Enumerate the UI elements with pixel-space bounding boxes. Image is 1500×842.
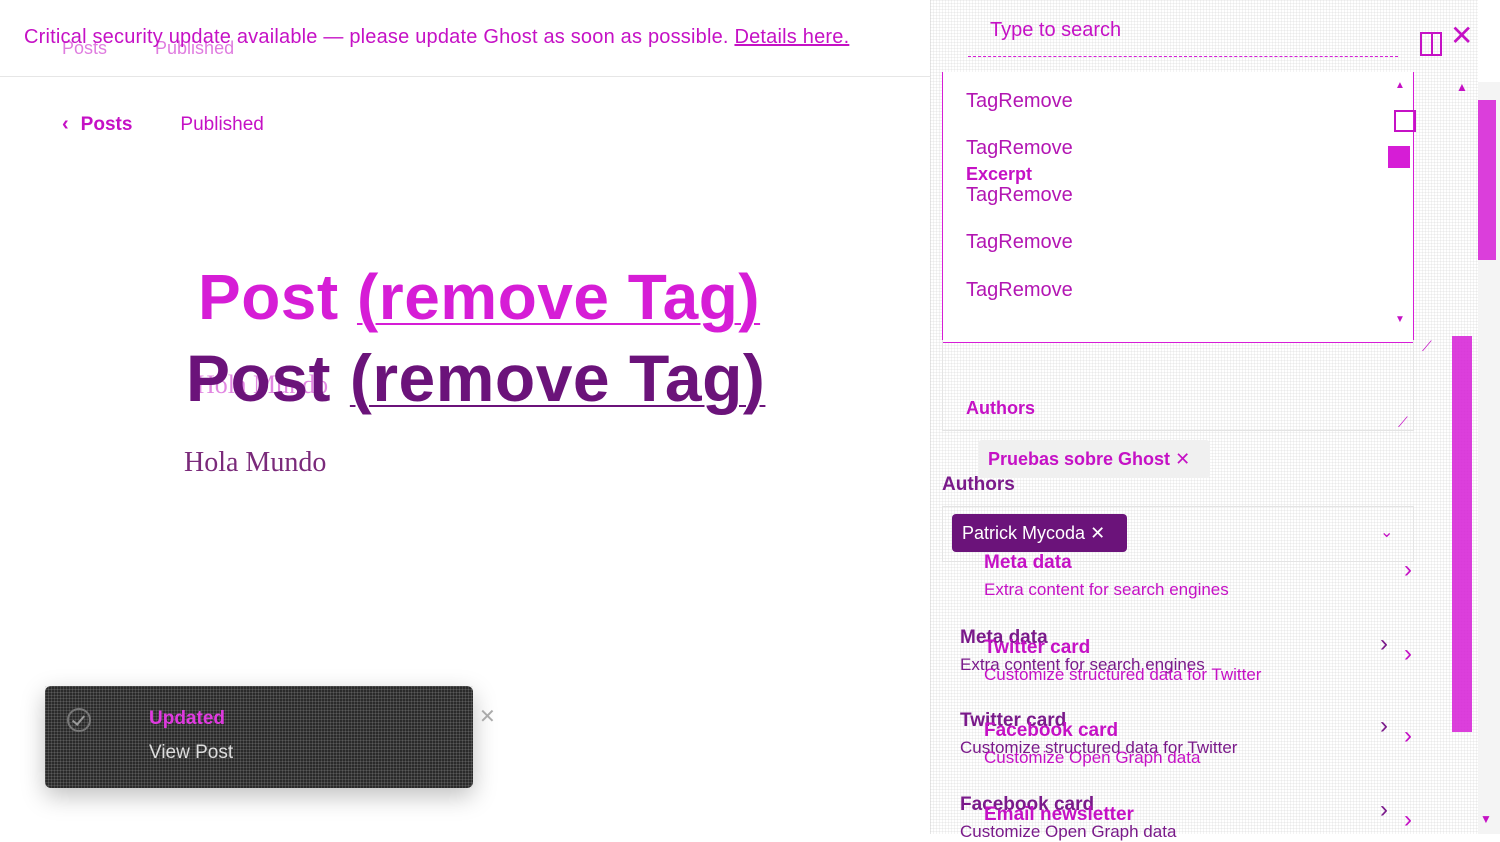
menu-subtitle: Customize structured data for Twitter	[984, 665, 1262, 684]
post-title-input[interactable]: Post (remove Tag)	[186, 340, 765, 416]
view-post-link[interactable]: View Post	[149, 742, 233, 764]
post-body-editor[interactable]: Hola Mundo	[184, 447, 326, 479]
breadcrumb-posts-label: Posts	[80, 113, 133, 135]
chevron-right-icon[interactable]: ›	[1404, 806, 1412, 834]
menu-subtitle: Extra content for search engines	[984, 580, 1229, 599]
scroll-up-icon[interactable]: ▲	[1395, 80, 1405, 91]
menu-meta-data[interactable]: Meta data Extra content for search engin…	[984, 552, 1229, 600]
chevron-right-icon[interactable]: ›	[1380, 712, 1388, 740]
menu-title: Email newsletter	[984, 804, 1134, 825]
scroll-up-arrow-icon[interactable]: ▲	[1456, 80, 1468, 94]
authors-label: Authors	[942, 474, 1015, 495]
menu-facebook-card[interactable]: Facebook card Customize Open Graph data	[984, 720, 1200, 768]
checkbox-empty-icon[interactable]	[1394, 110, 1416, 132]
title-b-part1: Post	[186, 341, 350, 415]
checkbox-filled-icon[interactable]	[1388, 146, 1410, 168]
tag-chip-label: Pruebas sobre Ghost	[988, 449, 1171, 469]
remove-author-icon[interactable]: ✕	[1090, 523, 1105, 543]
menu-subtitle: Customize Open Graph data	[984, 748, 1201, 767]
resize-handle-icon[interactable]: ⟋	[1398, 414, 1408, 431]
menu-title: Meta data	[984, 552, 1072, 573]
dropdown-item[interactable]: TagRemove	[966, 231, 1073, 254]
resize-handle-icon[interactable]: ⟋	[1422, 338, 1432, 355]
menu-twitter-card[interactable]: Twitter card Customize structured data f…	[984, 637, 1261, 685]
menu-email-newsletter[interactable]: Email newsletter	[984, 804, 1134, 826]
sidebar-toggle-icon[interactable]	[1420, 32, 1442, 56]
tag-chip[interactable]: Pruebas sobre Ghost ✕	[978, 440, 1211, 478]
dropdown-item[interactable]: TagRemove	[966, 184, 1073, 207]
tag-search-input[interactable]	[990, 12, 1390, 48]
check-circle-icon	[67, 708, 91, 732]
authors-label-ghost: Authors	[966, 398, 1035, 418]
author-chip[interactable]: Patrick Mycoda ✕	[952, 514, 1128, 552]
author-chip-label: Patrick Mycoda	[962, 523, 1086, 543]
title-part2: (remove Tag)	[356, 261, 761, 333]
chevron-right-icon[interactable]: ›	[1404, 722, 1412, 750]
dropdown-item[interactable]: TagRemove	[966, 137, 1073, 160]
title-part1: Post	[198, 261, 357, 333]
banner-details-link[interactable]: Details here.	[734, 26, 849, 48]
chevron-right-icon[interactable]: ›	[1404, 640, 1412, 668]
title-b-part2: (remove Tag)	[349, 341, 766, 415]
chevron-down-icon[interactable]: ⌄	[1380, 522, 1393, 542]
banner-message: Critical security update available — ple…	[24, 26, 849, 49]
scrollbar-thumb[interactable]	[1478, 100, 1496, 260]
scroll-down-icon[interactable]: ▼	[1395, 314, 1405, 325]
remove-tag-icon[interactable]: ✕	[1175, 449, 1190, 469]
post-title-ghost: Post (remove Tag)	[198, 260, 760, 334]
toast-status: Updated	[149, 708, 225, 729]
menu-title: Facebook card	[984, 720, 1119, 741]
dropdown-item[interactable]: TagRemove	[966, 279, 1073, 302]
tag-dropdown: ▲ TagRemove TagRemove TagRemove TagRemov…	[942, 72, 1414, 343]
breadcrumb: ‹ Posts Published	[62, 113, 264, 136]
back-to-posts-link[interactable]: ‹ Posts	[62, 113, 132, 136]
chevron-left-icon: ‹	[62, 113, 69, 135]
scroll-down-arrow-icon[interactable]: ▼	[1480, 812, 1492, 826]
tag-search	[968, 8, 1398, 57]
toast-close-icon[interactable]: ✕	[479, 704, 496, 729]
chevron-right-icon[interactable]: ›	[1404, 556, 1412, 584]
dropdown-item[interactable]: TagRemove	[966, 90, 1073, 113]
post-status: Published	[180, 113, 264, 135]
excerpt-label: Excerpt	[966, 164, 1033, 184]
scrollbar-thumb-secondary[interactable]	[1452, 336, 1472, 732]
banner-text: Critical security update available — ple…	[24, 26, 729, 48]
chevron-right-icon[interactable]: ›	[1380, 796, 1388, 824]
security-banner: Posts Published Critical security update …	[0, 0, 930, 77]
chevron-right-icon[interactable]: ›	[1380, 630, 1388, 658]
close-icon[interactable]: ✕	[1450, 22, 1473, 50]
update-toast: Updated View Post ✕	[45, 686, 496, 788]
menu-title: Twitter card	[984, 637, 1091, 658]
